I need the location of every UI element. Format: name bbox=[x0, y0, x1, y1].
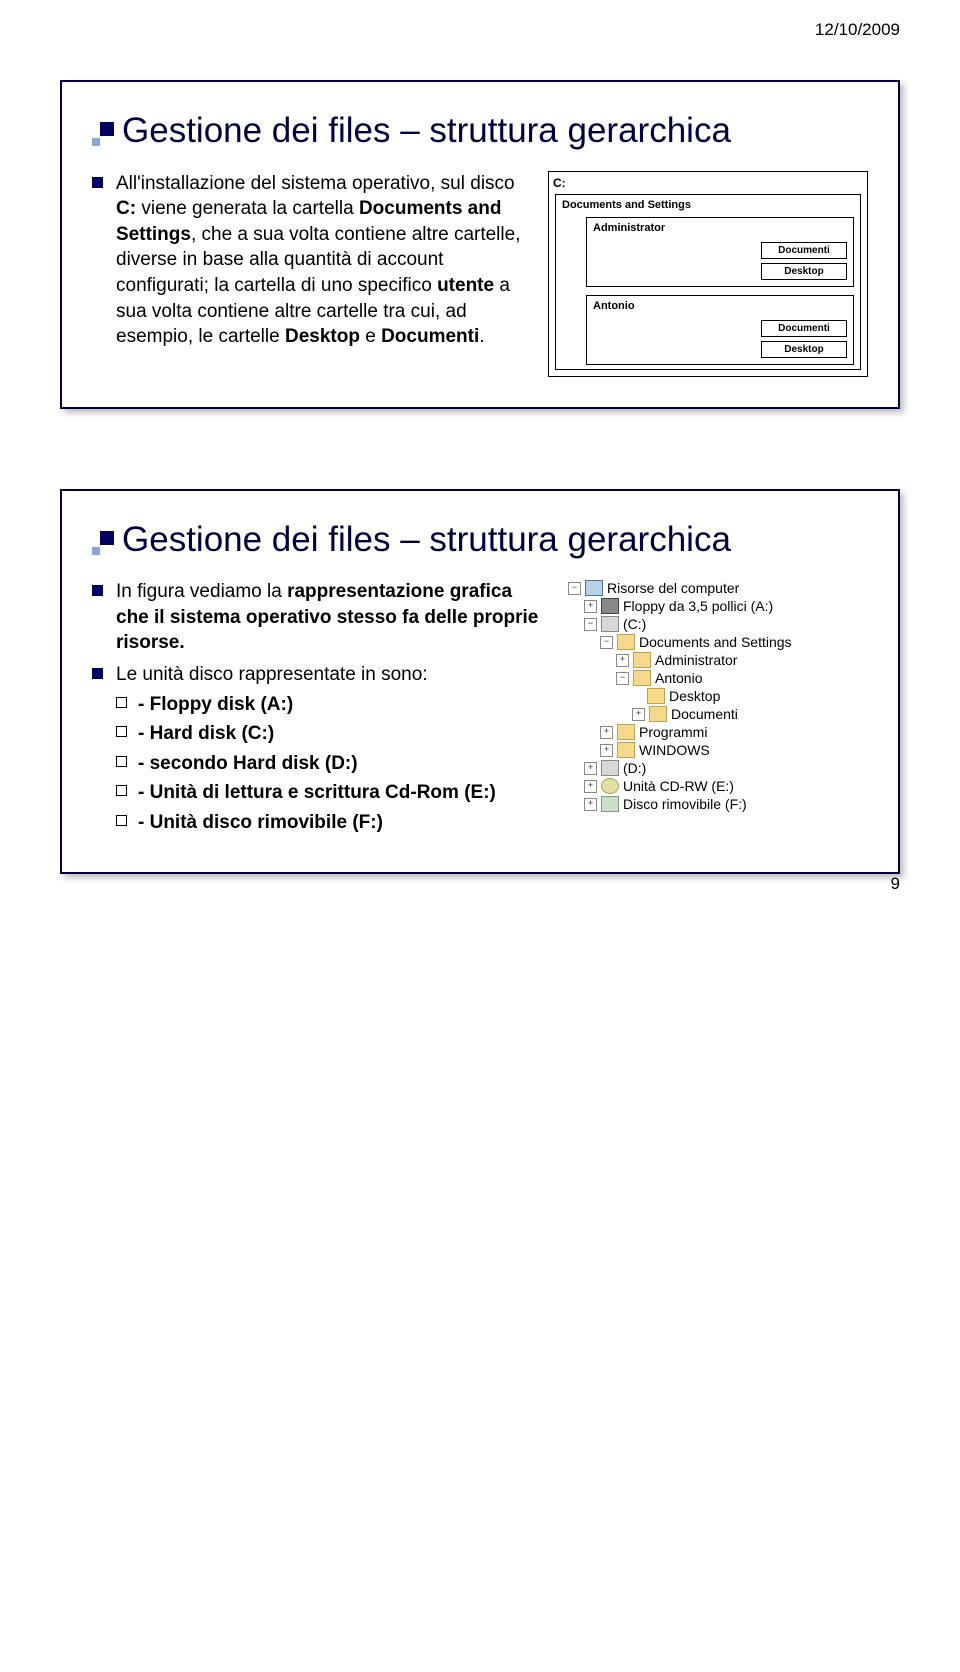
diagram-admin: Administrator bbox=[593, 222, 847, 234]
title-marker-icon bbox=[92, 531, 114, 555]
drive-icon bbox=[601, 760, 619, 776]
floppy-icon bbox=[601, 598, 619, 614]
expand-icon[interactable]: + bbox=[600, 726, 613, 739]
sub-hdd-d: - secondo Hard disk (D:) bbox=[116, 751, 548, 777]
diagram-root: C: bbox=[553, 176, 863, 190]
drive-icon bbox=[601, 616, 619, 632]
sub-removable: - Unità disco rimovibile (F:) bbox=[116, 810, 548, 836]
slide-2: Gestione dei files – struttura gerarchic… bbox=[60, 489, 900, 874]
folder-icon bbox=[617, 724, 635, 740]
tree-c[interactable]: −(C:) bbox=[568, 615, 868, 633]
expand-icon[interactable]: + bbox=[632, 708, 645, 721]
expand-icon[interactable]: + bbox=[584, 762, 597, 775]
tree-desktop[interactable]: Desktop bbox=[568, 687, 868, 705]
page-number: 9 bbox=[891, 874, 900, 894]
diagram-antonio-desktop: Desktop bbox=[761, 341, 847, 358]
page-date: 12/10/2009 bbox=[815, 20, 900, 40]
slide-2-title: Gestione dei files – struttura gerarchic… bbox=[122, 521, 731, 560]
title-marker-icon bbox=[92, 122, 114, 146]
tree-root[interactable]: −Risorse del computer bbox=[568, 579, 868, 597]
computer-icon bbox=[585, 580, 603, 596]
folder-icon bbox=[617, 742, 635, 758]
tree-docs[interactable]: −Documents and Settings bbox=[568, 633, 868, 651]
slide-1: Gestione dei files – struttura gerarchic… bbox=[60, 80, 900, 409]
folder-icon bbox=[647, 688, 665, 704]
expand-icon[interactable]: + bbox=[616, 654, 629, 667]
tree-floppy[interactable]: +Floppy da 3,5 pollici (A:) bbox=[568, 597, 868, 615]
slide-1-title: Gestione dei files – struttura gerarchic… bbox=[122, 112, 731, 151]
tree-cd[interactable]: +Unità CD-RW (E:) bbox=[568, 777, 868, 795]
sub-cd: - Unità di lettura e scrittura Cd-Rom (E… bbox=[116, 780, 548, 806]
folder-icon bbox=[649, 706, 667, 722]
expand-icon[interactable]: + bbox=[600, 744, 613, 757]
expand-icon[interactable]: + bbox=[584, 798, 597, 811]
tree-admin[interactable]: +Administrator bbox=[568, 651, 868, 669]
removable-disk-icon bbox=[601, 796, 619, 812]
diagram-docs: Documents and Settings bbox=[562, 199, 854, 211]
collapse-icon[interactable]: − bbox=[568, 582, 581, 595]
collapse-icon[interactable]: − bbox=[600, 636, 613, 649]
expand-icon[interactable]: + bbox=[584, 600, 597, 613]
explorer-tree: −Risorse del computer +Floppy da 3,5 pol… bbox=[568, 579, 868, 813]
diagram-c-drive: C: Documents and Settings Administrator … bbox=[548, 171, 868, 377]
collapse-icon[interactable]: − bbox=[616, 672, 629, 685]
folder-icon bbox=[633, 670, 651, 686]
cd-icon bbox=[601, 778, 619, 794]
diagram-admin-documenti: Documenti bbox=[761, 242, 847, 259]
tree-antonio[interactable]: −Antonio bbox=[568, 669, 868, 687]
folder-icon bbox=[617, 634, 635, 650]
diagram-antonio-documenti: Documenti bbox=[761, 320, 847, 337]
tree-programmi[interactable]: +Programmi bbox=[568, 723, 868, 741]
slide-2-bullet-1: In figura vediamo la rappresentazione gr… bbox=[92, 579, 548, 656]
slide-2-bullet-2: Le unità disco rappresentate in sono: - … bbox=[92, 662, 548, 836]
tree-windows[interactable]: +WINDOWS bbox=[568, 741, 868, 759]
folder-icon bbox=[633, 652, 651, 668]
tree-documenti[interactable]: +Documenti bbox=[568, 705, 868, 723]
collapse-icon[interactable]: − bbox=[584, 618, 597, 631]
sub-hdd-c: - Hard disk (C:) bbox=[116, 721, 548, 747]
expand-icon[interactable]: + bbox=[584, 780, 597, 793]
diagram-antonio: Antonio bbox=[593, 300, 847, 312]
diagram-admin-desktop: Desktop bbox=[761, 263, 847, 280]
slide-1-bullet: All'installazione del sistema operativo,… bbox=[92, 171, 528, 350]
sub-floppy: - Floppy disk (A:) bbox=[116, 692, 548, 718]
tree-usb[interactable]: +Disco rimovibile (F:) bbox=[568, 795, 868, 813]
tree-d[interactable]: +(D:) bbox=[568, 759, 868, 777]
